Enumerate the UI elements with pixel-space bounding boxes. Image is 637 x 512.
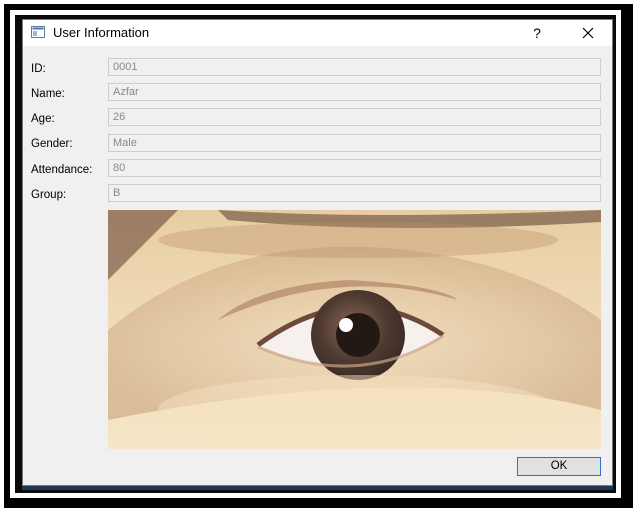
close-button[interactable] <box>576 22 600 44</box>
gender-label: Gender: <box>31 138 73 150</box>
taskbar-strip <box>22 486 613 490</box>
eye-photo-icon <box>108 210 601 449</box>
window-title: User Information <box>53 25 150 40</box>
gender-field[interactable]: Male <box>108 134 601 152</box>
attendance-field[interactable]: 80 <box>108 159 601 177</box>
user-photo <box>108 210 601 449</box>
age-label: Age: <box>31 113 55 125</box>
group-field[interactable]: B <box>108 184 601 202</box>
close-icon <box>582 27 594 39</box>
id-field[interactable]: 0001 <box>108 58 601 76</box>
name-label: Name: <box>31 88 65 100</box>
id-label: ID: <box>31 63 46 75</box>
ok-button[interactable]: OK <box>517 457 601 476</box>
help-button[interactable]: ? <box>526 22 548 44</box>
attendance-label: Attendance: <box>31 164 93 176</box>
title-bar[interactable]: User Information ? <box>23 20 612 46</box>
group-label: Group: <box>31 189 67 201</box>
age-field[interactable]: 26 <box>108 108 601 126</box>
window-app-icon <box>31 26 45 38</box>
user-information-dialog: User Information ? ID: 0001 Name: Azfar … <box>22 19 613 486</box>
name-field[interactable]: Azfar <box>108 83 601 101</box>
